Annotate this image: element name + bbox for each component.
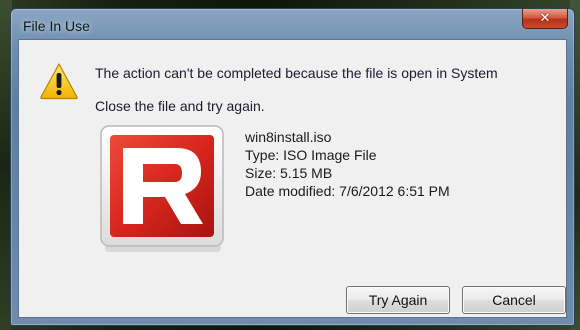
file-date-modified: Date modified: 7/6/2012 6:51 PM — [245, 183, 450, 199]
title-bar[interactable]: File In Use ✕ — [11, 9, 574, 39]
close-icon: ✕ — [539, 11, 551, 26]
dialog-body: The action can't be completed because th… — [18, 39, 567, 318]
cancel-button[interactable]: Cancel — [462, 286, 566, 314]
file-in-use-dialog: File In Use ✕ The action can't be comple… — [10, 8, 575, 326]
file-details: win8install.iso Type: ISO Image File Siz… — [245, 128, 450, 200]
instruction-message: Close the file and try again. — [95, 98, 265, 114]
file-name: win8install.iso — [245, 129, 332, 145]
warning-icon — [40, 63, 78, 100]
file-size: Size: 5.15 MB — [245, 165, 333, 181]
window-title: File In Use — [23, 18, 90, 34]
error-message: The action can't be completed because th… — [95, 65, 498, 81]
file-type-r-logo-icon — [100, 125, 224, 252]
close-button[interactable]: ✕ — [522, 9, 568, 29]
file-type: Type: ISO Image File — [245, 147, 377, 163]
try-again-button[interactable]: Try Again — [346, 286, 450, 314]
